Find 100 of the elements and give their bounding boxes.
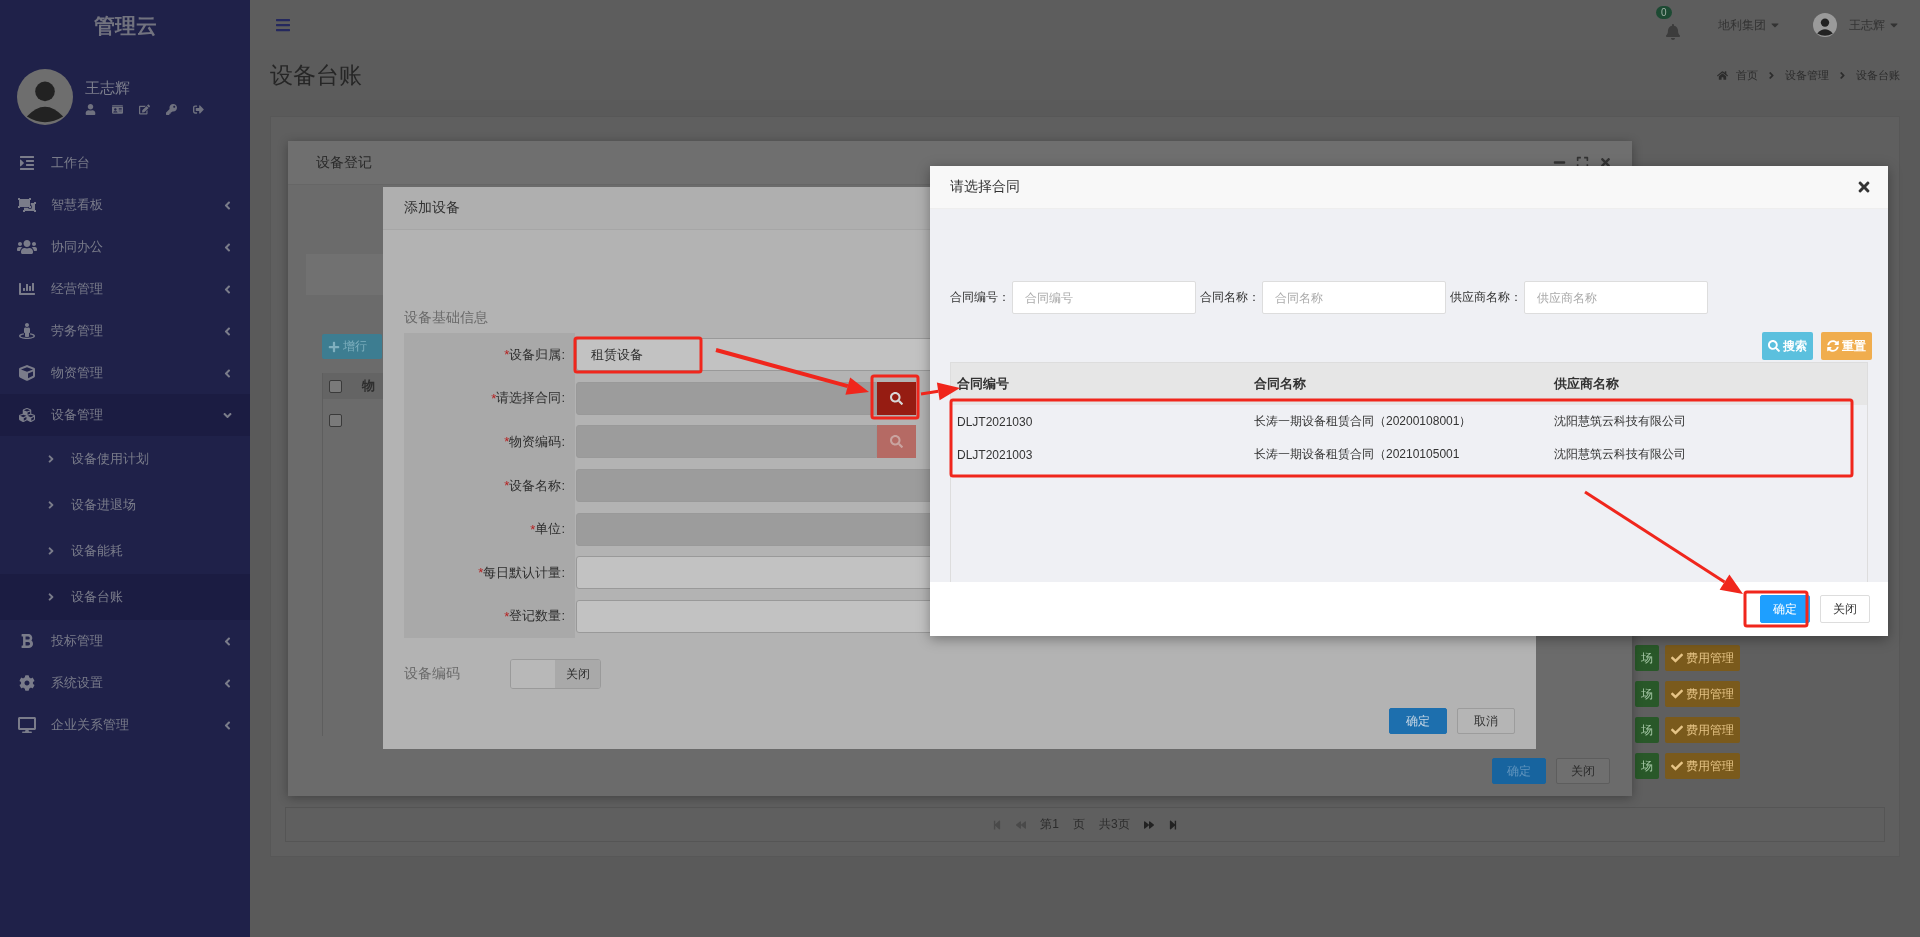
table-cell-text: 沈阳慧筑云科技有限公司 <box>1554 413 1687 430</box>
sidebar-item[interactable]: 工作台 <box>0 142 250 184</box>
filter-input[interactable]: 供应商名称 <box>1524 281 1708 314</box>
menu-item-icon <box>17 197 37 213</box>
sidebar-item[interactable]: 物资管理 <box>0 352 250 394</box>
sidebar-subitem[interactable]: 设备能耗 <box>0 528 250 574</box>
close-button[interactable]: 取消 <box>1457 708 1515 735</box>
sidebar-item[interactable]: 协同办公 <box>0 226 250 268</box>
check-icon <box>1671 724 1683 736</box>
key-icon[interactable] <box>166 104 177 115</box>
table-cell-text: 沈阳慧筑云科技有限公司 <box>1554 446 1687 463</box>
field-label: *登记数量: <box>404 594 575 639</box>
menu-item-icon <box>17 407 37 423</box>
table-cell-text: DLJT2021003 <box>957 447 1034 462</box>
filter-label: 供应商名称： <box>1450 289 1522 306</box>
filter-label: 合同名称： <box>1200 289 1260 306</box>
search-button[interactable]: 搜索 <box>1762 332 1813 360</box>
check-icon <box>1671 760 1683 772</box>
close-icon[interactable] <box>1599 156 1612 169</box>
last-page-icon[interactable] <box>1167 819 1178 830</box>
toggle-switch[interactable]: 关闭 <box>510 659 601 690</box>
filter-input[interactable]: 合同名称 <box>1262 281 1446 314</box>
action-tag[interactable]: 场 <box>1635 645 1659 671</box>
user-name: 王志辉 <box>85 79 131 98</box>
sidebar-item[interactable]: 系统设置 <box>0 662 250 704</box>
sidebar-item[interactable]: 经营管理 <box>0 268 250 310</box>
filter-label: 合同编号： <box>950 289 1010 306</box>
dialog-title: 添加设备 <box>404 199 461 217</box>
search-icon <box>890 435 903 449</box>
sidebar-item[interactable]: 智慧看板 <box>0 184 250 226</box>
menu-item-icon <box>17 717 37 733</box>
action-tag[interactable]: 场 <box>1635 717 1659 743</box>
next-page-icon[interactable] <box>1143 819 1154 830</box>
field-label: *单位: <box>404 507 575 551</box>
highlight-frame <box>1743 590 1809 628</box>
table-cell-text: 长涛一期设备租赁合同（20210105001 <box>1254 446 1461 463</box>
sidebar-item[interactable]: 设备管理 <box>0 394 250 436</box>
field-label: *设备归属: <box>404 333 575 377</box>
dialog-title: 设备登记 <box>316 153 373 172</box>
plus-icon <box>328 340 340 353</box>
table-cell-text: 长涛一期设备租赁合同（20200108001） <box>1254 413 1473 430</box>
avatar-icon <box>17 69 73 125</box>
menu-item-icon <box>17 675 37 691</box>
sidebar-item[interactable]: 劳务管理 <box>0 310 250 352</box>
field-label: *物资编码: <box>404 420 575 464</box>
menu-item-icon <box>17 323 37 339</box>
search-icon <box>890 391 903 405</box>
action-tag[interactable]: 场 <box>1635 753 1659 779</box>
menu-item-icon <box>17 365 37 381</box>
search-button[interactable] <box>877 381 916 415</box>
filter-input[interactable]: 合同编号 <box>1012 281 1196 314</box>
search-icon <box>1768 340 1780 352</box>
dialog-title: 请选择合同 <box>950 178 1021 196</box>
field-label: 设备编码 <box>404 665 461 684</box>
menu-item-icon <box>17 239 37 255</box>
add-row-button[interactable]: 增行 <box>322 334 382 359</box>
check-icon <box>1671 652 1683 664</box>
sidebar-item[interactable]: 企业关系管理 <box>0 704 250 746</box>
action-tag[interactable]: 场 <box>1635 681 1659 707</box>
profile-icon[interactable] <box>85 104 96 115</box>
confirm-button[interactable]: 确定 <box>1389 708 1447 735</box>
action-tag[interactable]: 费用管理 <box>1665 717 1740 743</box>
checkbox[interactable] <box>329 413 342 427</box>
app-logo: 管理云 <box>92 13 158 39</box>
field-label: *请选择合同: <box>404 376 575 421</box>
confirm-button[interactable]: 确定 <box>1760 595 1810 623</box>
avatar-icon <box>1813 13 1837 37</box>
breadcrumb-separator-icon <box>1837 69 1848 81</box>
close-icon[interactable] <box>1856 179 1872 195</box>
sidebar-subitem[interactable]: 设备进退场 <box>0 482 250 528</box>
edit-icon[interactable] <box>139 104 150 115</box>
close-button[interactable]: 关闭 <box>1556 758 1610 784</box>
column-header: 合同名称 <box>1254 375 1307 393</box>
sidebar-item[interactable]: 投标管理 <box>0 620 250 662</box>
sidebar-subitem[interactable]: 设备台账 <box>0 574 250 620</box>
field-label: *每日默认计量: <box>404 550 575 595</box>
close-button[interactable]: 关闭 <box>1820 595 1870 623</box>
column-header: 合同编号 <box>957 375 1010 393</box>
breadcrumb-separator-icon <box>1766 69 1777 81</box>
reset-button[interactable]: 重置 <box>1821 332 1872 360</box>
checkbox[interactable] <box>329 379 342 393</box>
input-field[interactable] <box>576 425 877 459</box>
action-tag[interactable]: 费用管理 <box>1665 681 1740 707</box>
confirm-button[interactable]: 确定 <box>1492 758 1546 784</box>
input-field[interactable] <box>576 381 877 415</box>
bell-icon[interactable] <box>1665 24 1681 40</box>
menu-item-icon <box>17 281 37 297</box>
action-tag[interactable]: 费用管理 <box>1665 645 1740 671</box>
check-icon <box>1671 688 1683 700</box>
menu-item-icon <box>17 155 37 171</box>
refresh-icon <box>1827 340 1839 352</box>
field-label: *设备名称: <box>404 463 575 508</box>
menu-icon[interactable] <box>275 17 291 33</box>
logout-icon[interactable] <box>193 104 204 115</box>
sidebar-subitem[interactable]: 设备使用计划 <box>0 436 250 482</box>
id-card-icon[interactable] <box>112 104 123 115</box>
action-tag[interactable]: 费用管理 <box>1665 753 1740 779</box>
highlight-frame <box>870 374 920 420</box>
table-cell-text: DLJT2021030 <box>957 414 1034 429</box>
home-icon <box>1717 69 1728 81</box>
